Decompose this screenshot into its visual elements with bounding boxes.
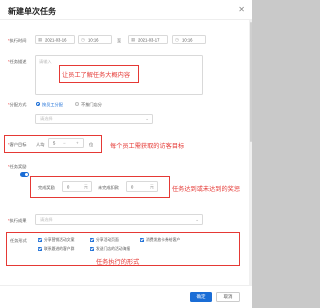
checkbox-channel-4[interactable]: [90, 247, 94, 251]
end-date-value: 2021-03-17: [138, 37, 160, 42]
confirm-button[interactable]: 确定: [190, 292, 212, 302]
target-label: *客户目标: [8, 142, 27, 147]
result-placeholder: 请选择: [40, 216, 53, 222]
close-icon[interactable]: ✕: [238, 5, 245, 14]
reward-first-label: 完成奖励: [38, 185, 55, 190]
reward-first-unit: 元: [83, 183, 88, 189]
checkbox-channel-1[interactable]: [90, 238, 94, 242]
checkbox-channel-3-label: 联系跟进的客户群: [44, 247, 75, 251]
clock-icon: ◷: [175, 36, 179, 42]
radio-by-employee[interactable]: [36, 102, 40, 106]
reward-second-label: 未完成扣款: [98, 185, 119, 190]
footer-divider: [0, 285, 252, 286]
calendar-icon: ▦: [131, 36, 136, 42]
reward-second-input[interactable]: 0 元: [126, 181, 158, 192]
chevron-down-icon: ⌄: [145, 116, 149, 121]
checkbox-channel-2-label: 消费发放卡券给客户: [146, 238, 181, 242]
end-time-input[interactable]: ◷ 10:16: [172, 35, 206, 44]
result-label: *执行成果: [8, 218, 27, 223]
reward-first-value: 0: [67, 184, 70, 189]
cancel-button[interactable]: 取消: [216, 292, 240, 302]
task-dialog: 新建单次任务 ✕ *执行时间 ▦ 2021-03-16 ◷ 10:16 至 ▦ …: [0, 0, 252, 308]
target-value: 5: [53, 140, 56, 146]
checkbox-channel-2[interactable]: [140, 238, 144, 242]
assign-label: *分配方式: [8, 102, 27, 107]
assign-select[interactable]: 请选择 ⌄: [35, 114, 153, 124]
schedule-separator: 至: [117, 38, 122, 43]
radio-by-store-label: 不按门店分: [81, 102, 102, 107]
start-time-input[interactable]: ◷ 10:16: [78, 35, 112, 44]
checkbox-channel-3[interactable]: [38, 247, 42, 251]
schedule-label: *执行时间: [8, 38, 27, 43]
assign-select-placeholder: 请选择: [40, 116, 53, 121]
radio-by-store[interactable]: [75, 102, 79, 106]
target-prefix: 人均: [36, 142, 45, 147]
start-date-value: 2021-03-16: [45, 37, 67, 42]
annotation-description: 让员工了解任务大概内容: [62, 72, 131, 79]
checkbox-channel-4-label: 发送门店的活动海报: [96, 247, 131, 251]
reward-toggle[interactable]: [20, 172, 29, 177]
scrollbar-thumb[interactable]: [249, 22, 252, 142]
reward-first-input[interactable]: 0 元: [62, 181, 92, 192]
radio-by-employee-label: 按员工分配: [42, 102, 63, 107]
checkbox-channel-0[interactable]: [38, 238, 42, 242]
annotation-channels: 任务执行的形式: [96, 259, 140, 266]
target-unit: 位: [89, 142, 94, 147]
reward-label: *任务奖励: [8, 164, 27, 169]
annotation-target: 每个员工需获取的访客目标: [110, 143, 185, 150]
checkbox-channel-0-label: 分享营销活动文案: [44, 238, 75, 242]
description-placeholder: 请输入: [39, 59, 52, 64]
end-date-input[interactable]: ▦ 2021-03-17: [128, 35, 168, 44]
reward-second-value: 0: [131, 184, 134, 189]
start-time-value: 10:16: [88, 37, 99, 42]
plus-icon[interactable]: +: [76, 141, 79, 146]
minus-icon[interactable]: −: [63, 141, 66, 146]
end-time-value: 10:16: [182, 37, 193, 42]
description-label: *任务描述: [8, 59, 27, 64]
target-stepper[interactable]: 5 − +: [48, 138, 84, 148]
dialog-title: 新建单次任务: [8, 7, 56, 16]
result-select[interactable]: 请选择 ⌄: [35, 214, 203, 225]
annotation-reward: 任务达到或未达到的奖惩: [172, 186, 241, 193]
calendar-icon: ▦: [38, 36, 43, 42]
clock-icon: ◷: [81, 36, 85, 42]
reward-second-unit: 元: [149, 183, 154, 189]
header-divider: [0, 19, 252, 20]
start-date-input[interactable]: ▦ 2021-03-16: [35, 35, 75, 44]
chevron-down-icon: ⌄: [195, 216, 199, 222]
checkbox-channel-1-label: 分享活动页面: [96, 238, 119, 242]
channels-label: 任务形式: [10, 238, 27, 243]
